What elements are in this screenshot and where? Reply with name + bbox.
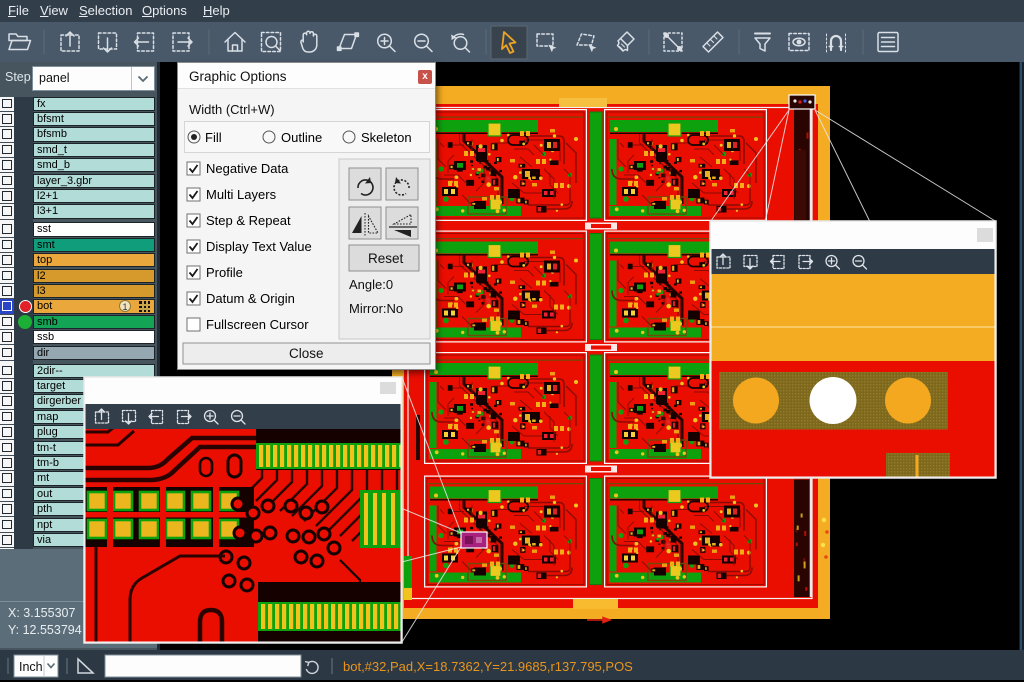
svg-text:Negative Data: Negative Data [206, 161, 289, 176]
svg-text:Profile: Profile [206, 265, 243, 280]
svg-text:Fullscreen Cursor: Fullscreen Cursor [206, 317, 309, 332]
svg-text:Multi Layers: Multi Layers [206, 187, 277, 202]
svg-text:Skeleton: Skeleton [361, 130, 412, 145]
svg-text:Datum & Origin: Datum & Origin [206, 291, 295, 306]
svg-text:Reset: Reset [368, 251, 404, 266]
svg-text:Outline: Outline [281, 130, 322, 145]
svg-text:Close: Close [289, 346, 324, 361]
svg-text:Display Text Value: Display Text Value [206, 239, 312, 254]
svg-text:Angle:0: Angle:0 [349, 277, 393, 292]
svg-text:Fill: Fill [205, 130, 222, 145]
svg-text:Step & Repeat: Step & Repeat [206, 213, 291, 228]
svg-text:Mirror:No: Mirror:No [349, 301, 403, 316]
svg-text:Inch: Inch [19, 660, 43, 674]
svg-text:bot,#32,Pad,X=18.7362,Y=21.968: bot,#32,Pad,X=18.7362,Y=21.9685,r137.795… [343, 659, 633, 674]
